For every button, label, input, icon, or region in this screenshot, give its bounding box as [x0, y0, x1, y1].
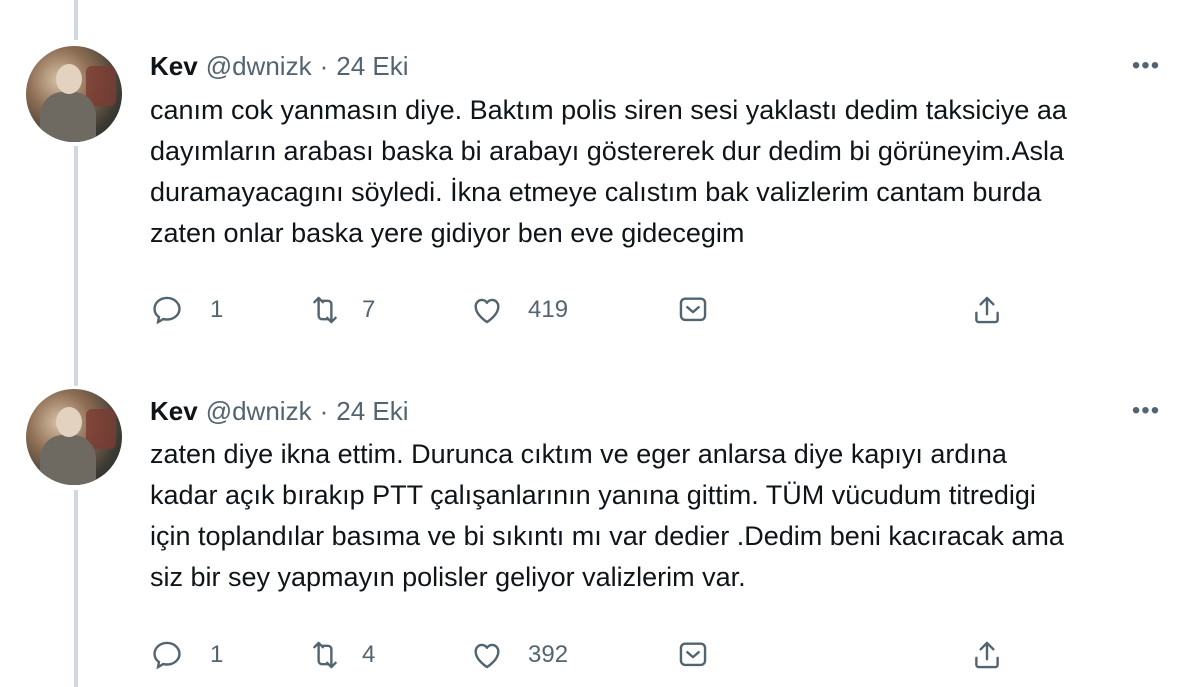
retweet-count: 4 — [362, 641, 376, 668]
share-button[interactable] — [970, 635, 1004, 675]
retweet-icon — [308, 293, 342, 327]
like-count: 392 — [528, 641, 569, 668]
author-name[interactable]: Kev — [150, 48, 198, 84]
author-handle[interactable]: @dwnizk — [206, 393, 312, 429]
heart-icon — [470, 293, 504, 327]
retweet-icon — [308, 638, 342, 672]
bookmark-icon — [676, 638, 710, 672]
heart-icon — [470, 638, 504, 672]
tweet[interactable]: Kev @dwnizk · 24 Eki ••• canım cok yanma… — [0, 0, 1200, 345]
bookmark-button[interactable] — [676, 635, 710, 675]
retweet-count: 7 — [362, 296, 376, 323]
more-options-button[interactable]: ••• — [1126, 393, 1166, 429]
retweet-button[interactable]: 7 — [308, 290, 375, 330]
tweet-header: Kev @dwnizk · 24 Eki — [150, 393, 409, 429]
tweet[interactable]: Kev @dwnizk · 24 Eki ••• zaten diye ikna… — [0, 345, 1200, 687]
tweet-actions: 1 7 419 — [150, 290, 1050, 330]
separator: · — [319, 51, 329, 81]
reply-button[interactable]: 1 — [150, 290, 223, 330]
retweet-button[interactable]: 4 — [308, 635, 375, 675]
tweet-actions: 1 4 392 — [150, 635, 1050, 675]
avatar[interactable] — [26, 46, 122, 142]
reply-count: 1 — [210, 296, 224, 323]
reply-icon — [150, 638, 184, 672]
bookmark-button[interactable] — [676, 290, 710, 330]
share-icon — [970, 638, 1004, 672]
bookmark-icon — [676, 293, 710, 327]
author-handle[interactable]: @dwnizk — [206, 48, 312, 84]
tweet-text: zaten diye ikna ettim. Durunca cıktım ve… — [150, 439, 1064, 592]
tweet-text: canım cok yanmasın diye. Baktım polis si… — [150, 95, 1067, 248]
avatar[interactable] — [26, 389, 122, 485]
reply-count: 1 — [210, 641, 224, 668]
reply-icon — [150, 293, 184, 327]
separator: · — [319, 396, 329, 426]
reply-button[interactable]: 1 — [150, 635, 223, 675]
tweet-header: Kev @dwnizk · 24 Eki — [150, 48, 409, 84]
share-icon — [970, 293, 1004, 327]
like-count: 419 — [528, 296, 569, 323]
more-options-button[interactable]: ••• — [1126, 48, 1166, 84]
like-button[interactable]: 392 — [470, 635, 568, 675]
tweet-date[interactable]: 24 Eki — [336, 393, 408, 429]
like-button[interactable]: 419 — [470, 290, 568, 330]
share-button[interactable] — [970, 290, 1004, 330]
author-name[interactable]: Kev — [150, 393, 198, 429]
tweet-date[interactable]: 24 Eki — [336, 48, 408, 84]
